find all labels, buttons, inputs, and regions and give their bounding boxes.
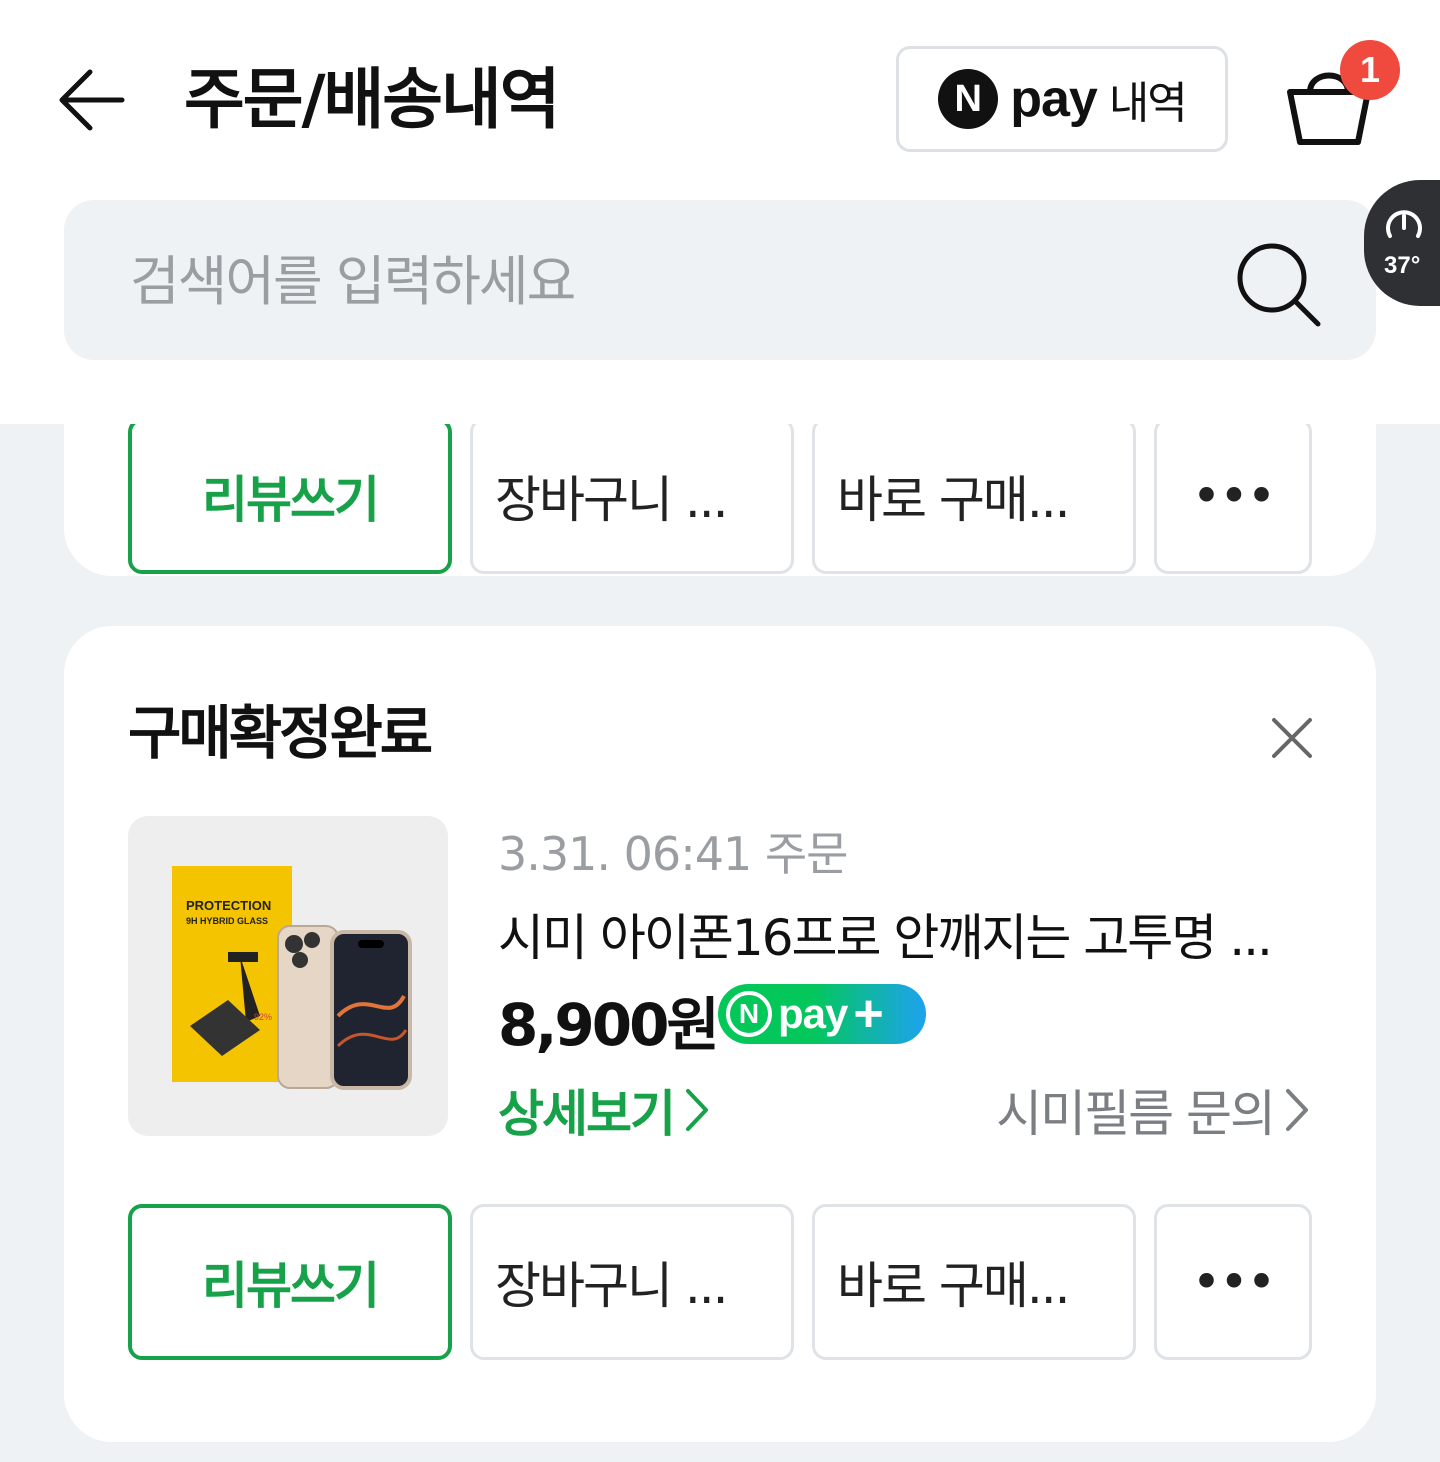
more-button[interactable]: ••• [1154, 1204, 1312, 1360]
shopping-basket-button[interactable]: 1 [1280, 40, 1410, 154]
npay-plus-badge: N pay + [718, 984, 926, 1044]
detail-link[interactable]: 상세보기 [498, 1074, 712, 1146]
back-button[interactable] [56, 62, 136, 138]
chevron-right-icon [686, 1089, 708, 1131]
npay-plus-logo-icon: N [726, 991, 772, 1037]
npay-plus-word: pay [778, 990, 848, 1037]
seller-inquiry-label: 시미필름 문의 [996, 1085, 1276, 1143]
search-input[interactable] [128, 234, 1212, 328]
product-image: PROTECTION 9H HYBRID GLASS 92% [172, 866, 412, 1090]
thumbnail-brand-line1: PROTECTION [186, 898, 271, 913]
close-button[interactable] [1260, 706, 1324, 770]
cart-count-badge: 1 [1340, 40, 1400, 100]
temperature-value: 37° [1384, 252, 1421, 279]
arrow-left-icon [59, 69, 125, 131]
npay-logo-icon: N [938, 69, 999, 129]
thumbnail-badge: 92% [254, 1012, 272, 1022]
buy-now-button[interactable]: 바로 구매... [812, 418, 1136, 574]
npay-history-button[interactable]: N pay 내역 [896, 46, 1228, 152]
add-to-cart-button[interactable]: 장바구니 ... [470, 418, 794, 574]
thumbnail-brand-line2: 9H HYBRID GLASS [186, 916, 268, 926]
review-button[interactable]: 리뷰쓰기 [128, 1204, 452, 1360]
plus-icon: + [853, 985, 884, 1043]
npay-word: pay [1010, 70, 1098, 128]
order-card: 구매확정완료 PROTECTION 9H HYBRID GLASS 92% 3.… [64, 626, 1376, 1442]
search-button[interactable] [1230, 236, 1330, 336]
chevron-right-icon [1286, 1089, 1308, 1131]
buy-now-button[interactable]: 바로 구매... [812, 1204, 1136, 1360]
search-bar [64, 200, 1376, 360]
product-thumbnail[interactable]: PROTECTION 9H HYBRID GLASS 92% [128, 816, 448, 1136]
product-price: 8,900원 [498, 991, 720, 1059]
add-to-cart-button[interactable]: 장바구니 ... [470, 1204, 794, 1360]
gauge-icon [1386, 210, 1422, 238]
review-button[interactable]: 리뷰쓰기 [128, 418, 452, 574]
search-icon [1237, 243, 1321, 327]
more-button[interactable]: ••• [1154, 418, 1312, 574]
header: 주문/배송내역 N pay 내역 1 [0, 0, 1440, 424]
product-name[interactable]: 시미 아이폰16프로 안깨지는 고투명 ... [498, 898, 1298, 970]
page-title: 주문/배송내역 [184, 61, 560, 138]
seller-inquiry-link[interactable]: 시미필름 문의 [996, 1074, 1312, 1146]
close-icon [1272, 718, 1312, 758]
order-status: 구매확정완료 [128, 699, 433, 767]
npay-history-label: 내역 [1108, 78, 1188, 129]
detail-link-label: 상세보기 [498, 1085, 676, 1143]
order-date: 3.31. 06:41 주문 [498, 827, 848, 881]
order-history-page: 리뷰쓰기 장바구니 ... 바로 구매... ••• 주문/배송내역 N pay… [0, 0, 1440, 1462]
